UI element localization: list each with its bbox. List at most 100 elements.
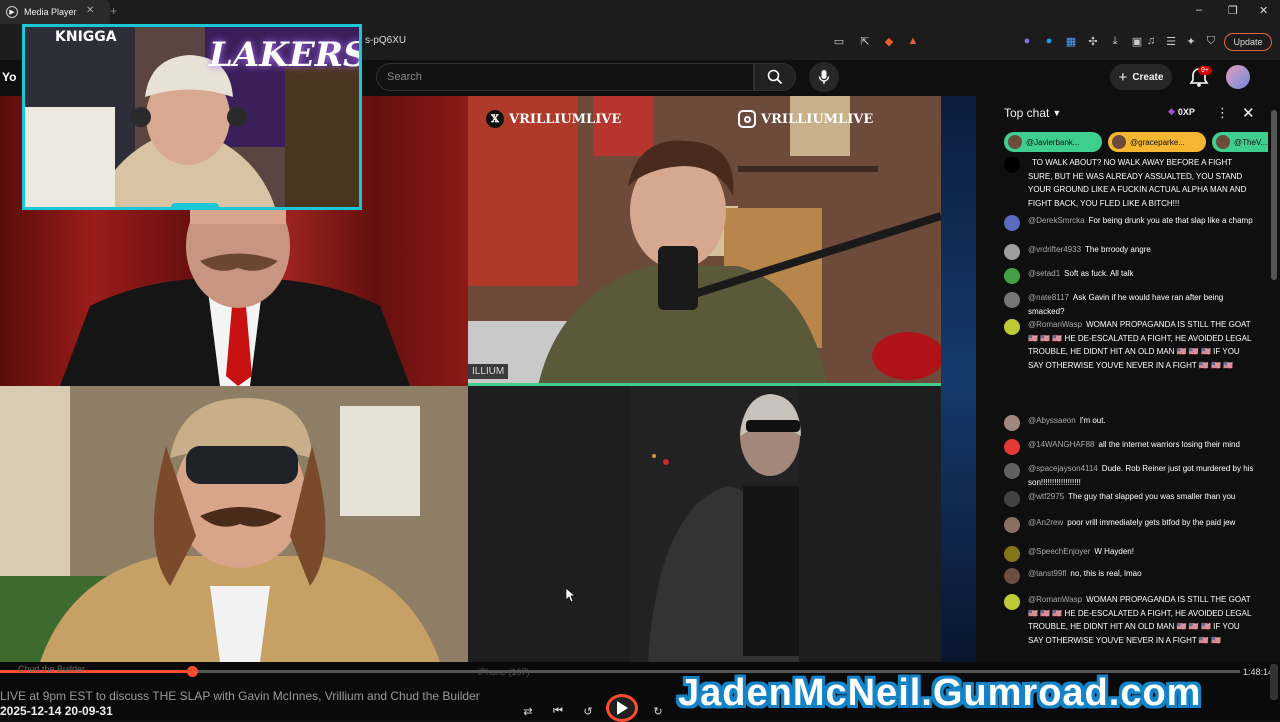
search-button[interactable] xyxy=(754,63,796,91)
screen-icon[interactable]: ▭ xyxy=(832,34,846,48)
share-icon[interactable]: ⇱ xyxy=(858,34,872,48)
chat-message-list: TO WALK ABOUT? NO WALK AWAY BEFORE A FIG… xyxy=(988,156,1260,662)
avatar[interactable] xyxy=(1004,292,1020,308)
chat-text: all the internet warriors losing their m… xyxy=(1098,440,1240,449)
close-chat-icon[interactable]: ✕ xyxy=(1242,104,1255,122)
pinned-donor-3[interactable]: @TheV... xyxy=(1212,132,1268,152)
account-avatar[interactable] xyxy=(1226,65,1250,89)
chat-message-body: @wtf2975 The guy that slapped you was sma… xyxy=(1028,490,1254,507)
rewards-icon[interactable]: ▲ xyxy=(906,34,920,48)
forward-30-icon[interactable]: ↻ xyxy=(650,703,666,719)
search-input[interactable] xyxy=(387,71,753,83)
chat-message-body: @DerekSmrcka For being drunk you ate that… xyxy=(1028,214,1254,231)
reading-list-icon[interactable]: ☰ xyxy=(1164,34,1178,48)
pinned-donor-2[interactable]: @graceparke... xyxy=(1108,132,1206,152)
chat-author[interactable]: @SpeechEnjoyer xyxy=(1028,547,1090,556)
chat-message[interactable]: @Abyssaeon I'm out. xyxy=(1004,414,1256,431)
avatar[interactable] xyxy=(1004,568,1020,584)
avatar[interactable] xyxy=(1004,215,1020,231)
avatar[interactable] xyxy=(1004,546,1020,562)
more-options-icon[interactable]: ⋮ xyxy=(1216,105,1229,121)
chat-author[interactable]: @Abyssaeon xyxy=(1028,416,1076,425)
avatar[interactable] xyxy=(1004,415,1020,431)
xp-badge[interactable]: ◆ 0XP xyxy=(1168,106,1195,117)
avatar[interactable] xyxy=(1004,319,1020,335)
avatar[interactable] xyxy=(1004,439,1020,455)
play-button[interactable] xyxy=(606,694,638,722)
wallet-icon[interactable]: ✦ xyxy=(1184,34,1198,48)
avatar[interactable] xyxy=(1004,268,1020,284)
chat-message[interactable]: @14WANGHAF88 all the internet warriors lo… xyxy=(1004,438,1256,455)
chat-message[interactable]: @setad1 Soft as fuck. All talk xyxy=(1004,267,1256,284)
chat-message[interactable]: @An2rew poor vrill immediately gets btfod… xyxy=(1004,516,1256,533)
chat-author[interactable]: @RomanWasp xyxy=(1028,320,1082,329)
chat-message[interactable]: @spacejayson4114 Dude. Rob Reiner just go… xyxy=(1004,462,1256,489)
chat-author[interactable]: @nate8117 xyxy=(1028,293,1069,302)
avatar[interactable] xyxy=(1004,244,1020,260)
brave-shield-icon[interactable]: ◆ xyxy=(882,34,896,48)
rewind-10-icon[interactable]: ↺ xyxy=(580,703,596,719)
video-panel-top-right: 𝕏 VRILLIUMLIVE VRILLIUMLIVE ILLIUM xyxy=(468,96,941,386)
avatar xyxy=(1008,135,1022,149)
chat-message[interactable]: @RomanWasp WOMAN PROPAGANDA IS STILL THE … xyxy=(1004,593,1256,647)
chat-author[interactable]: @14WANGHAF88 xyxy=(1028,440,1095,449)
pinned-donor-1[interactable]: @Javierbank... xyxy=(1004,132,1102,152)
chat-author[interactable]: @An2rew xyxy=(1028,518,1063,527)
extension-blue-icon[interactable]: ● xyxy=(1042,34,1056,48)
chat-message[interactable]: @wtf2975 The guy that slapped you was sma… xyxy=(1004,490,1256,507)
new-tab-icon[interactable]: + xyxy=(110,4,117,18)
voice-search-button[interactable] xyxy=(809,62,839,92)
extension-leo-icon[interactable]: ● xyxy=(1020,34,1034,48)
chat-message[interactable]: @DerekSmrcka For being drunk you ate that… xyxy=(1004,214,1256,231)
music-icon[interactable]: ♫ xyxy=(1144,34,1158,48)
chevron-down-icon[interactable]: ▼ xyxy=(1052,108,1061,118)
mouse-cursor-icon xyxy=(566,588,576,602)
minimize-icon[interactable]: – xyxy=(1196,4,1202,16)
sidebar-icon[interactable]: ▣ xyxy=(1130,34,1144,48)
chat-message-body: @vrdrifter4933 The brroody angre xyxy=(1028,243,1254,260)
chat-author[interactable]: @wtf2975 xyxy=(1028,492,1064,501)
chapter-label-middle: iPhone (107) xyxy=(478,667,530,677)
chat-message-body: TO WALK ABOUT? NO WALK AWAY BEFORE A FIG… xyxy=(1028,156,1254,210)
pinned-name: @TheV... xyxy=(1234,137,1268,147)
chat-author[interactable]: @vrdrifter4933 xyxy=(1028,245,1081,254)
chat-message[interactable]: @SpeechEnjoyer W Hayden! xyxy=(1004,545,1256,562)
chat-message[interactable]: @vrdrifter4933 The brroody angre xyxy=(1004,243,1256,260)
video-frame-gavin xyxy=(468,386,941,662)
previous-icon[interactable]: ⏮ xyxy=(550,703,566,719)
page-scrollbar[interactable] xyxy=(1270,664,1278,700)
avatar[interactable] xyxy=(1004,594,1020,610)
address-bar-url[interactable]: s-pQ6XU xyxy=(365,35,406,46)
avatar[interactable] xyxy=(1004,463,1020,479)
chat-message[interactable]: TO WALK ABOUT? NO WALK AWAY BEFORE A FIG… xyxy=(1004,156,1256,210)
avatar[interactable] xyxy=(1004,157,1020,173)
chat-message[interactable]: @nate8117 Ask Gavin if he would have ran … xyxy=(1004,291,1256,318)
shuffle-icon[interactable]: ⇄ xyxy=(520,703,536,719)
chat-author[interactable]: @RomanWasp xyxy=(1028,595,1082,604)
chat-author[interactable]: @tanst99fl xyxy=(1028,569,1066,578)
chat-scrollbar-thumb[interactable] xyxy=(1271,110,1277,280)
chat-message-body: @SpeechEnjoyer W Hayden! xyxy=(1028,545,1254,562)
avatar xyxy=(1112,135,1126,149)
chat-author[interactable]: @setad1 xyxy=(1028,269,1060,278)
update-button[interactable]: Update xyxy=(1224,33,1272,51)
chat-scrollbar[interactable] xyxy=(1270,96,1278,662)
gem-icon: ◆ xyxy=(1168,106,1175,116)
extension-calendar-icon[interactable]: ▦ xyxy=(1064,34,1078,48)
create-button[interactable]: + Create xyxy=(1110,64,1172,90)
chat-mode-selector[interactable]: Top chat xyxy=(1004,106,1049,120)
chat-author[interactable]: @DerekSmrcka xyxy=(1028,216,1085,225)
download-icon[interactable]: ⤓ xyxy=(1108,34,1122,48)
avatar[interactable] xyxy=(1004,491,1020,507)
chat-author[interactable]: @spacejayson4114 xyxy=(1028,464,1098,473)
chat-message[interactable]: @RomanWasp WOMAN PROPAGANDA IS STILL THE … xyxy=(1004,318,1256,372)
restore-icon[interactable]: ❐ xyxy=(1228,4,1238,17)
puzzle-icon[interactable]: ✣ xyxy=(1086,34,1100,48)
tab-close-icon[interactable]: ✕ xyxy=(86,5,94,16)
chat-message[interactable]: @tanst99fl no, this is real, lmao xyxy=(1004,567,1256,584)
lakers-neon-sign: LAKERS xyxy=(209,35,362,75)
vpn-shield-icon[interactable]: ⛉ xyxy=(1204,34,1218,48)
avatar[interactable] xyxy=(1004,517,1020,533)
youtube-logo[interactable]: Yo xyxy=(2,70,16,84)
close-window-icon[interactable]: ✕ xyxy=(1259,4,1268,17)
